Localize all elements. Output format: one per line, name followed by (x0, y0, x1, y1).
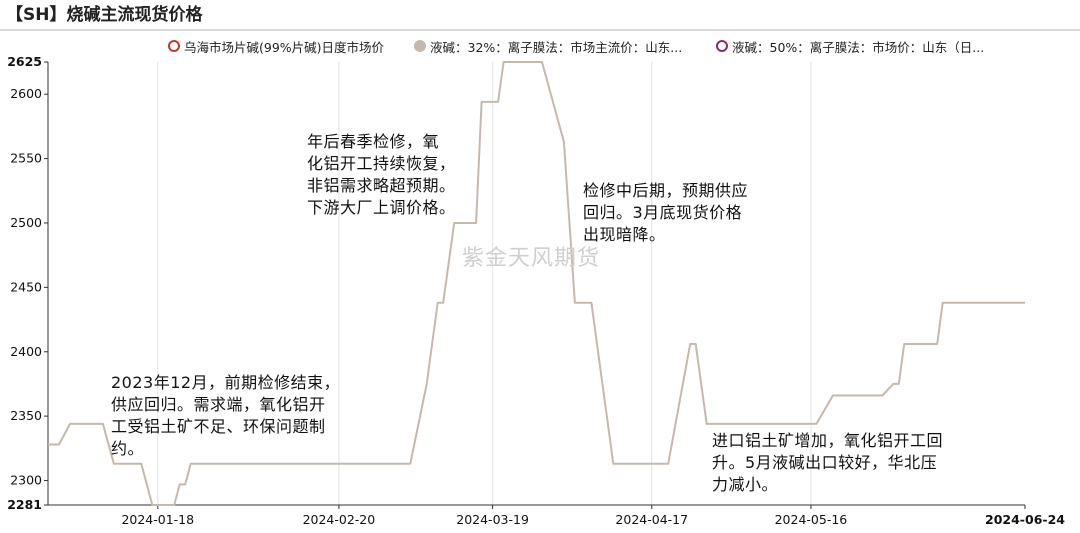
y-tick-label: 2600 (10, 86, 42, 101)
y-tick-label: 2450 (10, 279, 42, 294)
x-tick-label: 2024-05-16 (775, 512, 848, 527)
y-tick-label: 2550 (10, 151, 42, 166)
y-tick-label: 2300 (10, 473, 42, 488)
x-tick-label: 2024-06-24 (985, 512, 1065, 527)
watermark: 紫金天风期货 (462, 246, 601, 271)
y-axis-ticks: 2281 2300 2350 2400 2450 2500 2550 2600 2625 (7, 54, 48, 512)
x-axis-ticks: 2024-01-18 2024-02-20 2024-03-19 2024-04-17… (121, 505, 1065, 527)
x-tick-label: 2024-03-19 (456, 512, 529, 527)
x-tick-label: 2024-01-18 (121, 512, 194, 527)
y-tick-label: 2281 (7, 497, 42, 512)
annotation-spring-maintenance: 年后春季检修，氧 化铝开工持续恢复， 非铝需求略超预期。 下游大厂上调价格。 (307, 132, 456, 217)
y-tick-label: 2350 (10, 408, 42, 423)
annotation-late-maintenance: 检修中后期，预期供应 回归。3月底现货价格 出现暗降。 (583, 181, 749, 244)
annotation-december-2023: 2023年12月，前期检修结束， 供应回归。需求端，氧化铝开 工受铝土矿不足、环… (111, 373, 341, 458)
x-tick-label: 2024-04-17 (615, 512, 688, 527)
y-tick-label: 2625 (7, 54, 42, 69)
y-tick-label: 2500 (10, 215, 42, 230)
y-tick-label: 2400 (10, 344, 42, 359)
x-tick-label: 2024-02-20 (303, 512, 376, 527)
annotation-bauxite-import: 进口铝土矿增加，氧化铝开工回 升。5月液碱出口较好，华北压 力减小。 (712, 431, 944, 494)
